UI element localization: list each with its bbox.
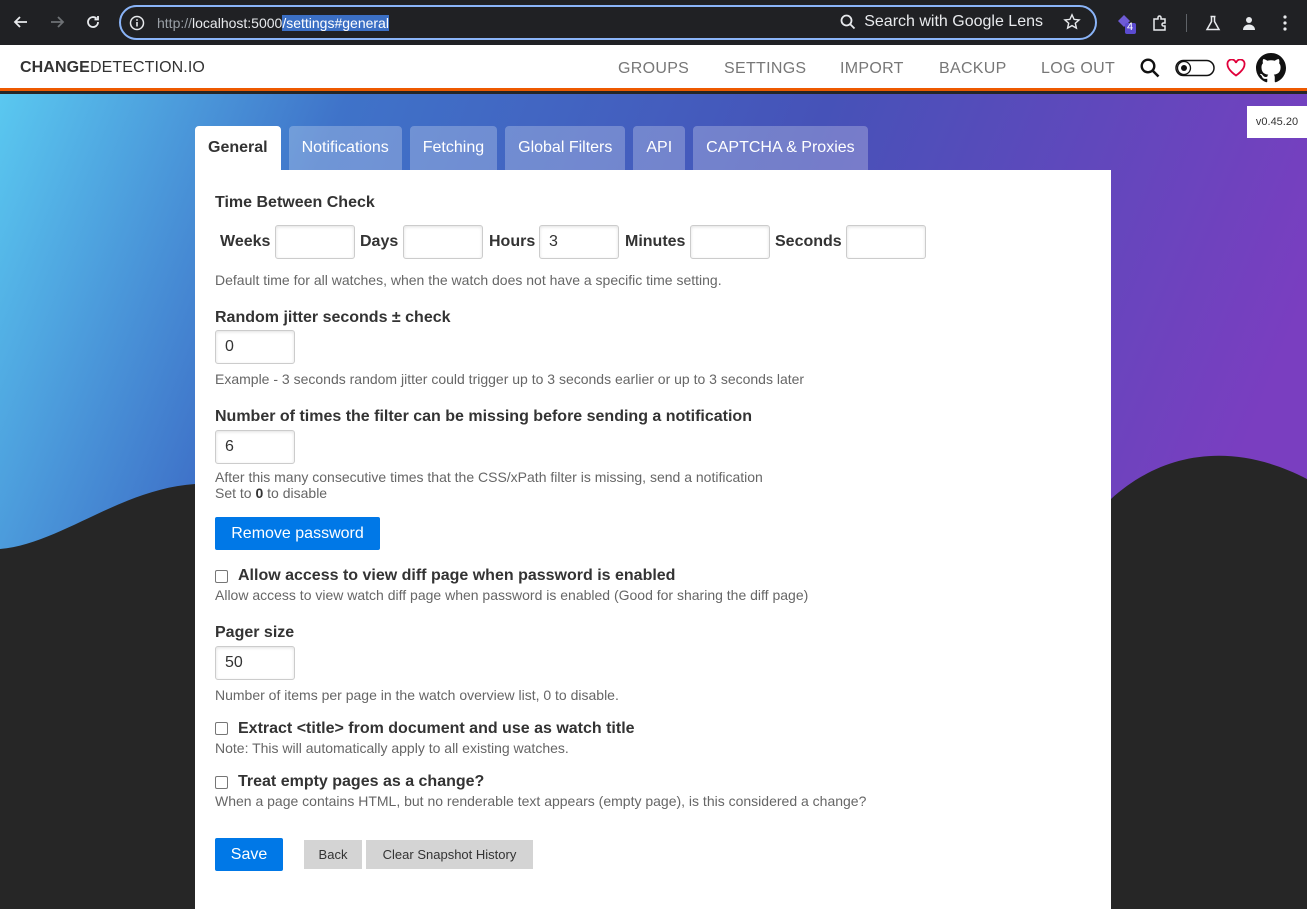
settings-form: Time Between Check Weeks Days Hours Minu… — [195, 170, 1111, 909]
weeks-input[interactable] — [275, 225, 355, 259]
lens-label: Search with Google Lens — [864, 13, 1043, 30]
labs-flask-icon[interactable] — [1201, 0, 1225, 45]
site-logo[interactable]: CHANGEDETECTION.IO — [20, 59, 205, 77]
jitter-help: Example - 3 seconds random jitter could … — [215, 371, 805, 387]
filter-missing-help: After this many consecutive times that t… — [215, 469, 763, 485]
tab-general[interactable]: General — [195, 126, 281, 170]
extract-title-label: Extract <title> from document and use as… — [238, 720, 635, 737]
url-path: /settings#general — [282, 14, 389, 31]
allow-diff-label: Allow access to view diff page when pass… — [238, 567, 676, 584]
filter-missing-help-2: Set to 0 to disable — [215, 485, 327, 501]
menu-logout[interactable]: LOG OUT — [1041, 60, 1115, 78]
menu-backup[interactable]: BACKUP — [939, 60, 1007, 78]
address-bar[interactable]: http://localhost:5000/settings#general S… — [119, 5, 1097, 40]
heart-icon[interactable] — [1225, 55, 1247, 81]
site-header: CHANGEDETECTION.IO GROUPS SETTINGS IMPOR… — [0, 45, 1307, 91]
extract-title-help: Note: This will automatically apply to a… — [215, 740, 569, 756]
time-between-check-label: Time Between Check — [215, 194, 375, 211]
site-info-icon[interactable] — [129, 15, 149, 31]
browser-toolbar: http://localhost:5000/settings#general S… — [0, 0, 1307, 45]
url-scheme: http:// — [157, 14, 193, 31]
pager-size-help: Number of items per page in the watch ov… — [215, 687, 619, 703]
menu-groups[interactable]: GROUPS — [618, 60, 689, 78]
forward-arrow-icon[interactable] — [39, 4, 75, 40]
settings-tabs: General Notifications Fetching Global Fi… — [195, 126, 876, 170]
help2-pre: Set to — [215, 485, 256, 501]
allow-diff-checkbox[interactable] — [215, 570, 228, 583]
extension-badge-icon[interactable]: 4 — [1112, 0, 1140, 45]
filter-missing-label: Number of times the filter can be missin… — [215, 408, 752, 425]
save-button[interactable]: Save — [215, 838, 283, 871]
profile-icon[interactable] — [1237, 0, 1261, 45]
url-text: http://localhost:5000/settings#general — [157, 14, 389, 31]
jitter-input[interactable] — [215, 330, 295, 364]
hours-input[interactable] — [539, 225, 619, 259]
time-between-check-help: Default time for all watches, when the w… — [215, 272, 722, 288]
filter-missing-input[interactable] — [215, 430, 295, 464]
back-button[interactable]: Back — [304, 840, 362, 869]
tab-notifications[interactable]: Notifications — [288, 126, 402, 170]
menu-import[interactable]: IMPORT — [840, 60, 904, 78]
version-badge: v0.45.20 — [1247, 106, 1307, 138]
browser-menu-icon[interactable] — [1273, 0, 1297, 45]
minutes-input[interactable] — [690, 225, 770, 259]
bookmark-star-icon[interactable] — [1063, 13, 1081, 36]
google-lens-button[interactable]: Search with Google Lens — [840, 13, 1043, 31]
jitter-label: Random jitter seconds ± check — [215, 309, 451, 326]
pager-size-input[interactable] — [215, 646, 295, 680]
search-icon[interactable] — [1139, 55, 1161, 81]
tab-api[interactable]: API — [633, 126, 686, 170]
search-icon — [840, 14, 856, 30]
menu-settings[interactable]: SETTINGS — [724, 60, 806, 78]
brand-bold: CHANGE — [20, 59, 90, 76]
dark-mode-toggle-icon[interactable] — [1175, 55, 1215, 81]
extract-title-checkbox[interactable] — [215, 722, 228, 735]
minutes-label: Minutes — [625, 233, 686, 250]
empty-pages-checkbox[interactable] — [215, 776, 228, 789]
weeks-label: Weeks — [220, 233, 271, 250]
brand-rest: DETECTION.IO — [89, 59, 205, 76]
clear-snapshot-history-button[interactable]: Clear Snapshot History — [366, 840, 533, 869]
tab-global-filters[interactable]: Global Filters — [505, 126, 626, 170]
seconds-input[interactable] — [846, 225, 926, 259]
allow-diff-help: Allow access to view watch diff page whe… — [215, 587, 809, 603]
reload-icon[interactable] — [75, 4, 111, 40]
days-input[interactable] — [403, 225, 483, 259]
help2-post: to disable — [263, 485, 328, 501]
hours-label: Hours — [489, 233, 536, 250]
extension-badge-count: 4 — [1127, 21, 1134, 33]
seconds-label: Seconds — [775, 233, 842, 250]
url-host: localhost:5000 — [192, 14, 283, 31]
pager-size-label: Pager size — [215, 624, 295, 641]
empty-pages-label: Treat empty pages as a change? — [238, 773, 485, 790]
tab-fetching[interactable]: Fetching — [409, 126, 498, 170]
empty-pages-help: When a page contains HTML, but no render… — [215, 793, 867, 809]
github-icon[interactable] — [1256, 53, 1286, 83]
extensions-puzzle-icon[interactable] — [1148, 0, 1172, 45]
back-arrow-icon[interactable] — [3, 4, 39, 40]
remove-password-button[interactable]: Remove password — [215, 517, 380, 550]
days-label: Days — [360, 233, 399, 250]
toolbar-divider — [1185, 0, 1187, 45]
tab-captcha-proxies[interactable]: CAPTCHA & Proxies — [693, 126, 868, 170]
